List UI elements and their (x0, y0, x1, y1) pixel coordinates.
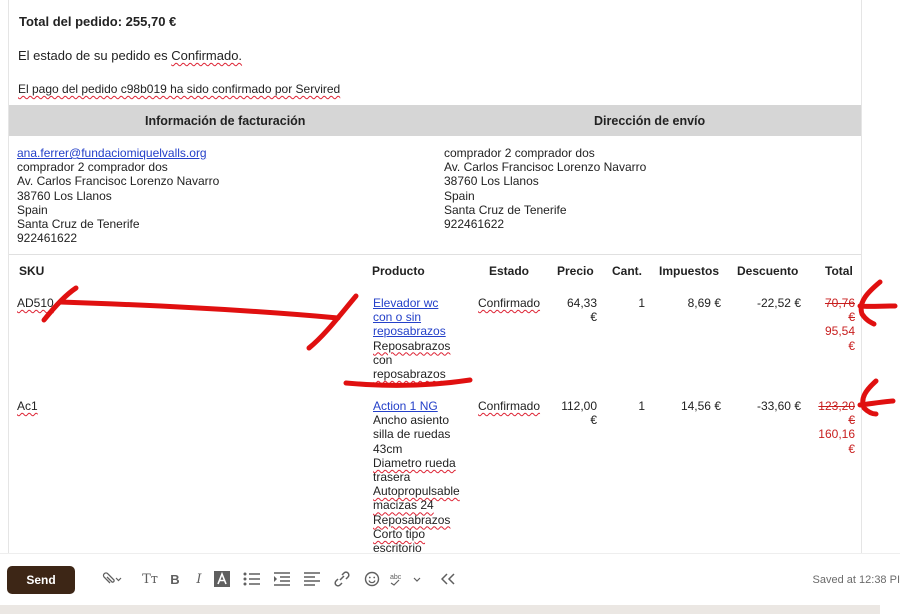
bold-icon[interactable]: B (168, 570, 182, 588)
product-option: escritorio (373, 541, 422, 553)
order-total-label: Total del pedido: (19, 14, 123, 29)
row-status: Confirmado (478, 399, 541, 413)
row-product: Action 1 NG Ancho asiento silla de rueda… (373, 399, 473, 553)
product-option: macizas 24 (373, 498, 434, 513)
billing-address: ana.ferrer@fundaciomiquelvalls.org compr… (17, 146, 219, 245)
emoji-icon[interactable] (363, 570, 381, 588)
send-button[interactable]: Send (7, 566, 75, 594)
row-qty: 1 (638, 399, 645, 413)
attach-icon[interactable] (98, 570, 126, 588)
annotation-arrow-right-2 (857, 378, 896, 417)
product-link[interactable]: Action 1 NG (373, 399, 473, 413)
compose-toolbar: Send Tт B I abc Saved at 12:38 PI (0, 553, 900, 605)
row-sku: Ac1 (17, 399, 38, 413)
row-qty: 1 (638, 296, 645, 310)
shipping-heading: Dirección de envío (594, 114, 706, 128)
col-header-sku: SKU (19, 264, 45, 278)
address-header: Información de facturación Dirección de … (9, 105, 861, 136)
annotation-arrow-right-1 (857, 279, 898, 327)
billing-line: 38760 Los Llanos (17, 188, 112, 203)
text-color-icon[interactable] (214, 570, 230, 588)
row-sku: AD510 (17, 296, 54, 310)
row-price: 64,33 € (566, 296, 597, 325)
product-option: Diametro rueda (373, 455, 456, 470)
order-status-line: El estado de su pedido es Confirmado. (18, 48, 242, 63)
order-total: Total del pedido: 255,70 € (19, 14, 176, 29)
col-header-price: Precio (557, 264, 594, 278)
payment-confirmation: El pago del pedido c98b019 ha sido confi… (18, 82, 341, 96)
product-option: Autopropulsable (373, 484, 460, 499)
email-body: Total del pedido: 255,70 € El estado de … (8, 0, 862, 553)
new-total: 95,54 (824, 324, 855, 339)
product-option: 43cm (373, 441, 403, 456)
col-header-status: Estado (489, 264, 530, 278)
link-icon[interactable] (333, 570, 351, 588)
order-total-value: 255,70 € (125, 14, 177, 29)
old-total: 123,20 (818, 399, 855, 413)
billing-email-link[interactable]: ana.ferrer@fundaciomiquelvalls.org (17, 146, 207, 160)
col-header-qty: Cant. (612, 264, 642, 278)
billing-line: Spain (17, 202, 48, 217)
shipping-line: Spain (444, 188, 475, 203)
row-status: Confirmado (478, 296, 541, 310)
product-option: Ancho asiento (373, 413, 450, 428)
align-icon[interactable] (303, 570, 321, 588)
row-tax: 14,56 € (680, 399, 721, 413)
shipping-line: Santa Cruz de Tenerife (444, 202, 567, 217)
svg-text:abc: abc (390, 574, 402, 581)
billing-line: comprador 2 comprador dos (17, 160, 168, 175)
order-status-prefix: El estado de su pedido es (18, 48, 172, 63)
bottom-strip (0, 605, 880, 614)
saved-status: Saved at 12:38 PI (812, 574, 900, 586)
billing-heading: Información de facturación (145, 114, 306, 128)
row-price: 112,00 € (561, 399, 597, 428)
italic-icon[interactable]: I (192, 570, 206, 588)
product-option: reposabrazos (373, 367, 446, 382)
col-header-discount: Descuento (737, 264, 799, 278)
col-header-total: Total (825, 264, 853, 278)
product-option: con (373, 352, 393, 367)
billing-line: 922461622 (17, 231, 78, 246)
shipping-line: comprador 2 comprador dos (444, 146, 595, 160)
bullet-list-icon[interactable] (243, 570, 261, 588)
old-total: 70,76 (824, 296, 855, 310)
row-product: Elevador wc con o sin reposabrazos Repos… (373, 296, 473, 381)
indent-icon[interactable] (273, 570, 291, 588)
row-total: 123,20 € 160,16 € (809, 399, 855, 456)
row-total: 70,76 € 95,54 € (809, 296, 855, 353)
divider (9, 254, 861, 255)
shipping-line: 922461622 (444, 217, 505, 232)
product-link[interactable]: Elevador wc con o sin reposabrazos (373, 296, 473, 339)
row-discount: -33,60 € (756, 399, 801, 413)
collapse-icon[interactable] (440, 570, 456, 588)
text-size-icon[interactable]: Tт (141, 570, 159, 588)
row-tax: 8,69 € (687, 296, 721, 310)
col-header-tax: Impuestos (659, 264, 720, 278)
shipping-line: Av. Carlos Francisoc Lorenzo Navarro (444, 160, 647, 175)
shipping-line: 38760 Los Llanos (444, 174, 539, 189)
product-option: Reposabrazos (373, 512, 451, 527)
order-status-value: Confirmado. (171, 48, 243, 63)
product-option: silla de ruedas (373, 427, 451, 442)
col-header-product: Producto (372, 264, 425, 278)
row-discount: -22,52 € (756, 296, 801, 310)
product-option: Corto tipo (373, 526, 426, 541)
product-option: trasera (373, 470, 411, 485)
product-option: Reposabrazos (373, 338, 451, 353)
spellcheck-icon[interactable]: abc (390, 570, 424, 588)
shipping-address: comprador 2 comprador dos Av. Carlos Fra… (444, 146, 646, 231)
new-total: 160,16 (818, 427, 855, 442)
billing-line: Av. Carlos Francisoc Lorenzo Navarro (17, 174, 220, 189)
billing-line: Santa Cruz de Tenerife (17, 217, 140, 232)
